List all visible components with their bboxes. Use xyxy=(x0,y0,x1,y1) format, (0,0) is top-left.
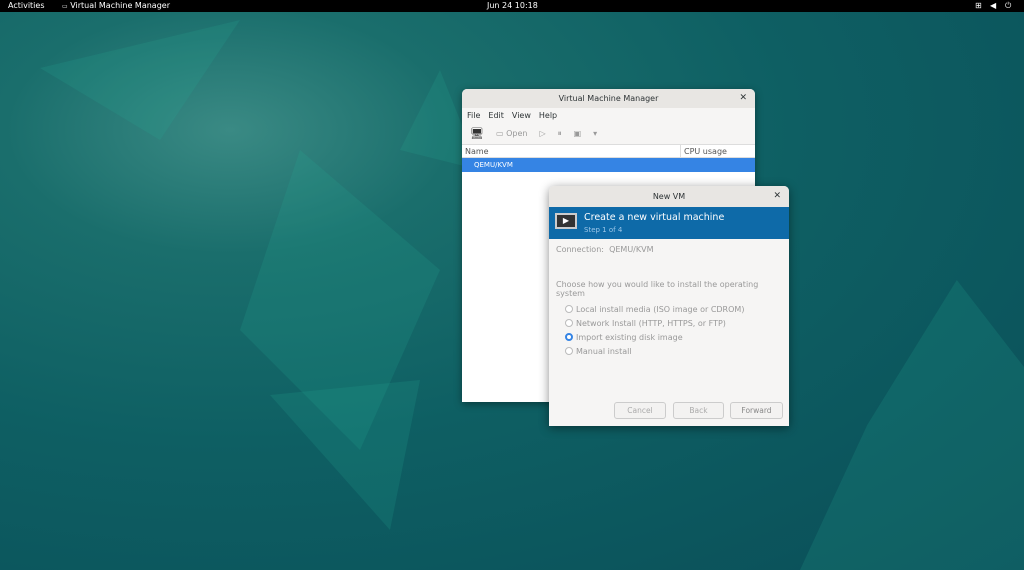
wizard-heading: Create a new virtual machine xyxy=(584,212,725,223)
app-icon: ▭ xyxy=(62,3,68,10)
monitor-icon: ▭ xyxy=(495,129,504,138)
radio-icon xyxy=(565,347,573,355)
back-button[interactable]: Back xyxy=(673,402,724,419)
toolbar: 🖥 ▭ Open ▷ ⏸ ▣ ▾ xyxy=(462,123,755,145)
option-manual-install[interactable]: Manual install xyxy=(549,344,789,358)
activities-button[interactable]: Activities xyxy=(8,0,45,12)
name-column[interactable]: Name xyxy=(462,145,681,157)
column-header: Name CPU usage xyxy=(462,145,755,158)
forward-button[interactable]: Forward xyxy=(730,402,783,419)
volume-icon[interactable]: ◀ xyxy=(990,0,996,12)
install-options: Local install media (ISO image or CDROM)… xyxy=(549,302,789,358)
top-bar: Activities ▭ Virtual Machine Manager Jun… xyxy=(0,0,1024,12)
radio-icon xyxy=(565,319,573,327)
menu-edit[interactable]: Edit xyxy=(488,108,504,123)
new-vm-dialog: New VM ✕ ▶ Create a new virtual machine S… xyxy=(549,186,789,426)
radio-icon xyxy=(565,305,573,313)
open-button[interactable]: ▭ Open xyxy=(496,129,527,138)
menu-file[interactable]: File xyxy=(467,108,480,123)
chevron-down-icon[interactable]: ▾ xyxy=(593,129,597,138)
connection-info: Connection: QEMU/KVM xyxy=(556,245,654,254)
dialog-title: New VM xyxy=(652,192,686,201)
wizard-banner: ▶ Create a new virtual machine Step 1 of… xyxy=(549,207,789,239)
power-icon[interactable]: ⏻ xyxy=(1005,0,1011,12)
menu-view[interactable]: View xyxy=(512,108,531,123)
window-title: Virtual Machine Manager xyxy=(558,94,659,103)
pause-icon[interactable]: ⏸ xyxy=(558,129,562,139)
install-prompt: Choose how you would like to install the… xyxy=(556,280,759,298)
network-icon[interactable]: ⊞ xyxy=(975,0,982,12)
cancel-button[interactable]: Cancel xyxy=(614,402,666,419)
menubar: File Edit View Help xyxy=(462,108,755,123)
menu-help[interactable]: Help xyxy=(539,108,557,123)
close-icon[interactable]: ✕ xyxy=(773,186,781,207)
cpu-column[interactable]: CPU usage xyxy=(681,145,727,157)
radio-selected-icon xyxy=(565,333,573,341)
new-vm-icon: ▶ xyxy=(555,213,577,229)
dialog-titlebar: New VM ✕ xyxy=(549,186,789,207)
option-local-media[interactable]: Local install media (ISO image or CDROM) xyxy=(549,302,789,316)
clock[interactable]: Jun 24 10:18 xyxy=(487,0,538,12)
vmm-titlebar: Virtual Machine Manager ✕ xyxy=(462,89,755,108)
connection-row[interactable]: QEMU/KVM xyxy=(462,158,755,172)
wizard-step: Step 1 of 4 xyxy=(584,226,623,234)
run-icon[interactable]: ▷ xyxy=(539,129,545,138)
option-import-disk[interactable]: Import existing disk image xyxy=(549,330,789,344)
shutdown-icon[interactable]: ▣ xyxy=(574,129,582,138)
new-vm-icon[interactable]: 🖥 xyxy=(470,127,484,140)
close-icon[interactable]: ✕ xyxy=(739,89,747,108)
option-network-install[interactable]: Network Install (HTTP, HTTPS, or FTP) xyxy=(549,316,789,330)
app-menu[interactable]: ▭ Virtual Machine Manager xyxy=(62,0,170,13)
